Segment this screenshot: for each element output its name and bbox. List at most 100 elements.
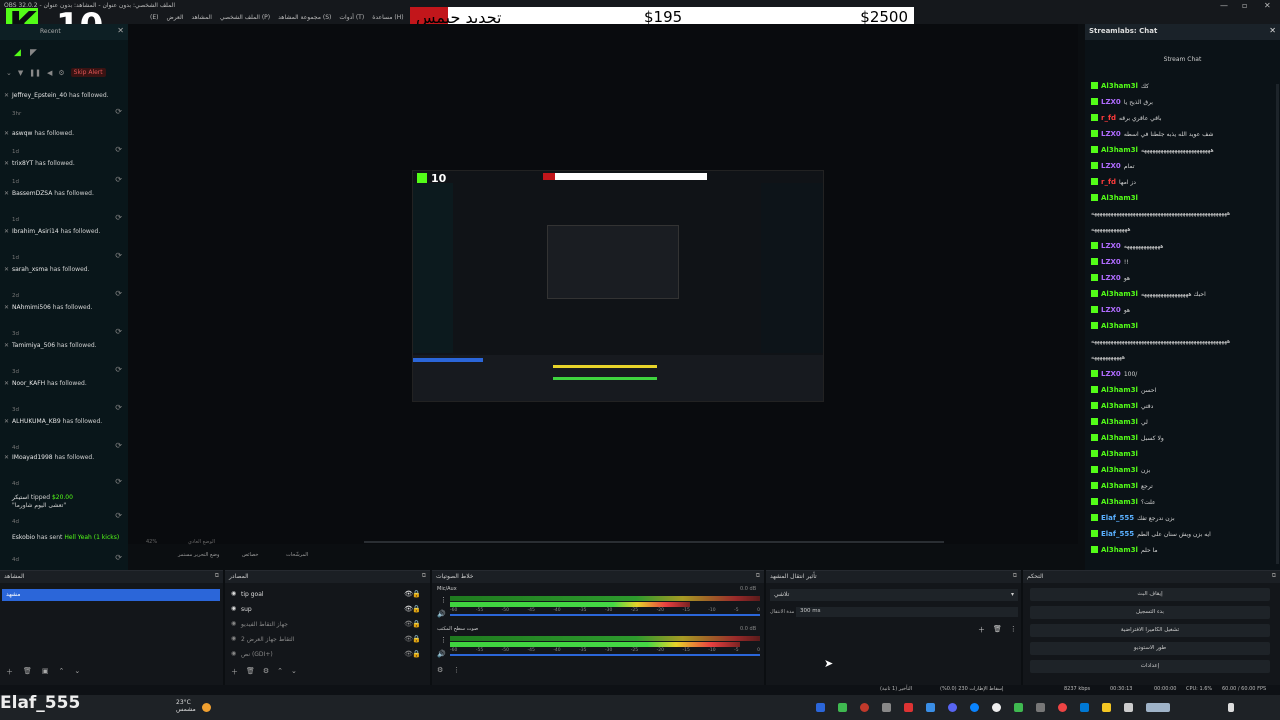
app-icon[interactable]: [1124, 703, 1133, 712]
megaphone-icon[interactable]: ◤: [30, 48, 37, 58]
chat-username[interactable]: r_fd: [1101, 114, 1116, 122]
edge-icon[interactable]: [970, 703, 979, 712]
chat-username[interactable]: r_fd: [1101, 178, 1116, 186]
chat-username[interactable]: LZX0: [1101, 370, 1121, 378]
control-button[interactable]: تشغيل الكاميرا الافتراضية: [1030, 624, 1270, 637]
source-item[interactable]: ◉ التقاط جهاز العرض 2 👁 🔒: [231, 634, 421, 646]
scene-item-selected[interactable]: مشهد: [2, 589, 220, 601]
down-icon[interactable]: ⌄: [74, 667, 80, 677]
collapse-icon[interactable]: ⌄: [6, 69, 12, 77]
replay-icon[interactable]: ⟳: [115, 252, 122, 260]
replay-icon[interactable]: ⟳: [115, 328, 122, 336]
chat-username[interactable]: LZX0: [1101, 274, 1121, 282]
chat-username[interactable]: Al3ham3l: [1101, 322, 1138, 330]
chat-username[interactable]: LZX0: [1101, 162, 1121, 170]
replay-icon[interactable]: ⟳: [115, 290, 122, 298]
app-icon[interactable]: [838, 703, 847, 712]
trash-icon[interactable]: 🗑: [246, 667, 255, 677]
menu-item[interactable]: المشاهد: [191, 14, 211, 21]
control-button[interactable]: إيقاف البث: [1030, 588, 1270, 601]
transition-select[interactable]: تلاشي ▾: [770, 589, 1018, 601]
gear-icon[interactable]: ⚙: [437, 666, 443, 674]
menu-item[interactable]: أدوات (T): [339, 14, 364, 21]
menu-item[interactable]: مساعدة (H): [372, 14, 403, 21]
app-icon[interactable]: [926, 703, 935, 712]
duration-input[interactable]: 300 ms: [796, 607, 1018, 617]
add-icon[interactable]: ＋: [6, 667, 13, 677]
chat-username[interactable]: Al3ham3l: [1101, 546, 1138, 554]
speaker-icon[interactable]: 🔊: [437, 610, 446, 618]
chrome-icon[interactable]: [1058, 703, 1067, 712]
chat-username[interactable]: Al3ham3l: [1101, 466, 1138, 474]
lock-icon[interactable]: 🔒: [412, 650, 421, 658]
menu-item[interactable]: مجموعة المشاهد (S): [278, 14, 331, 21]
chat-username[interactable]: LZX0: [1101, 242, 1121, 250]
replay-icon[interactable]: ⟳: [115, 404, 122, 412]
chat-username[interactable]: LZX0: [1101, 258, 1121, 266]
menu-item[interactable]: الملف الشخصي (P): [220, 14, 270, 21]
start-search-icon[interactable]: [1146, 703, 1170, 712]
replay-icon[interactable]: ⟳: [115, 478, 122, 486]
lock-icon[interactable]: 🔒: [412, 635, 421, 643]
pause-icon[interactable]: ❚❚: [29, 69, 41, 77]
replay-icon[interactable]: ⟳: [115, 442, 122, 450]
menu-item[interactable]: العرض: [166, 14, 183, 21]
filter-icon[interactable]: ▣: [42, 667, 49, 677]
discord-icon[interactable]: [948, 703, 957, 712]
app-icon[interactable]: [816, 703, 825, 712]
replay-icon[interactable]: ⟳: [115, 176, 122, 184]
mute-icon[interactable]: ◀: [47, 69, 52, 77]
replay-icon[interactable]: ⟳: [115, 214, 122, 222]
app-icon[interactable]: [992, 703, 1001, 712]
filter-icon[interactable]: ▼: [18, 69, 23, 77]
windows-icon[interactable]: [1228, 703, 1234, 712]
replay-icon[interactable]: ⟳: [115, 146, 122, 154]
chat-username[interactable]: LZX0: [1101, 98, 1121, 106]
volume-slider[interactable]: [450, 654, 760, 656]
down-icon[interactable]: ⌄: [291, 667, 297, 677]
chat-username[interactable]: Al3ham3l: [1101, 82, 1138, 90]
more-icon[interactable]: ⋮: [440, 596, 447, 604]
obs-icon[interactable]: [860, 703, 869, 712]
up-icon[interactable]: ⌃: [277, 667, 283, 677]
more-icon[interactable]: ⋮: [1010, 625, 1017, 635]
control-button[interactable]: طور الاستوديو: [1030, 642, 1270, 655]
app-icon[interactable]: [904, 703, 913, 712]
more-icon[interactable]: ⋮: [453, 666, 460, 674]
chat-username[interactable]: Al3ham3l: [1101, 146, 1138, 154]
source-item[interactable]: ◉ نص (GDI+) 👁 🔒: [231, 649, 421, 661]
studio-mode-label[interactable]: وضع التحرير مستمر: [178, 552, 219, 558]
chat-scrollbar[interactable]: [1276, 84, 1279, 564]
app-icon[interactable]: [1036, 703, 1045, 712]
app-icon[interactable]: [882, 703, 891, 712]
chat-username[interactable]: Al3ham3l: [1101, 498, 1138, 506]
store-icon[interactable]: [1080, 703, 1089, 712]
chat-username[interactable]: Al3ham3l: [1101, 482, 1138, 490]
lock-icon[interactable]: 🔒: [412, 605, 421, 613]
add-icon[interactable]: ＋: [978, 625, 985, 635]
chat-username[interactable]: Al3ham3l: [1101, 450, 1138, 458]
chat-username[interactable]: Al3ham3l: [1101, 194, 1138, 202]
chat-username[interactable]: Elaf_555: [1101, 530, 1134, 538]
xbox-icon[interactable]: [1014, 703, 1023, 712]
maximize-icon[interactable]: ▫: [1242, 1, 1247, 10]
chat-username[interactable]: LZX0: [1101, 130, 1121, 138]
chat-username[interactable]: Al3ham3l: [1101, 434, 1138, 442]
more-icon[interactable]: ⋮: [440, 636, 447, 644]
chat-username[interactable]: Al3ham3l: [1101, 418, 1138, 426]
up-icon[interactable]: ⌃: [59, 667, 65, 677]
properties-button[interactable]: خصائص: [242, 552, 258, 558]
trash-icon[interactable]: 🗑: [23, 667, 32, 677]
replay-icon[interactable]: ⟳: [115, 108, 122, 116]
gear-icon[interactable]: ⚙: [263, 667, 269, 677]
folder-icon[interactable]: [1102, 703, 1111, 712]
settings-icon[interactable]: ⚙: [58, 69, 64, 77]
control-button[interactable]: بدء التسجيل: [1030, 606, 1270, 619]
close-icon[interactable]: ✕: [1264, 1, 1271, 10]
control-button[interactable]: إعدادات: [1030, 660, 1270, 673]
speaker-icon[interactable]: 🔊: [437, 650, 446, 658]
minimize-icon[interactable]: —: [1220, 1, 1228, 10]
weather-widget[interactable]: 23°C مشمس: [176, 699, 196, 713]
trash-icon[interactable]: 🗑: [993, 625, 1002, 635]
chat-username[interactable]: Al3ham3l: [1101, 386, 1138, 394]
